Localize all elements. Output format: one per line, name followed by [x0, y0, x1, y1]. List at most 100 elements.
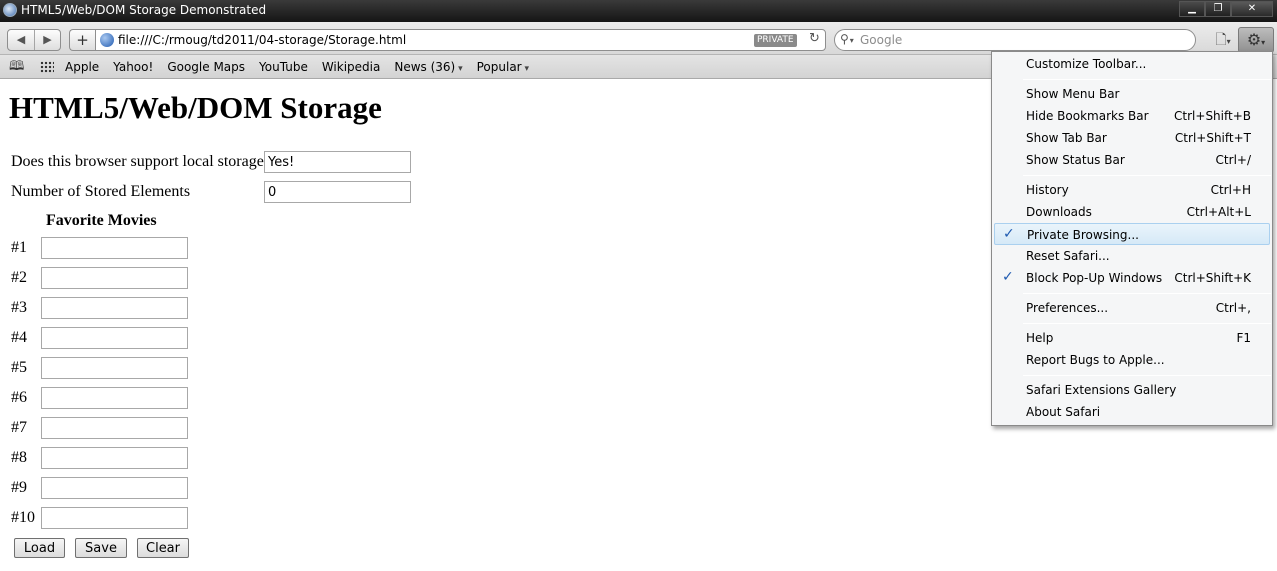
- movie-input[interactable]: [41, 507, 188, 529]
- back-icon[interactable]: ◀: [8, 30, 34, 50]
- menu-item-label: Safari Extensions Gallery: [1026, 383, 1177, 397]
- menu-item-label: Show Tab Bar: [1026, 131, 1107, 145]
- menu-item-shortcut: F1: [1236, 331, 1251, 345]
- menu-item-customize-toolbar[interactable]: Customize Toolbar...: [994, 53, 1270, 75]
- menu-item-show-status-bar[interactable]: Show Status Bar Ctrl+/: [994, 149, 1270, 171]
- bookmark-google-maps[interactable]: Google Maps: [167, 60, 245, 74]
- menu-separator: [1023, 293, 1271, 294]
- movie-label: #2: [11, 269, 27, 286]
- menu-item-help[interactable]: Help F1: [994, 327, 1270, 349]
- menu-item-history[interactable]: History Ctrl+H: [994, 179, 1270, 201]
- movie-label: #10: [11, 509, 35, 526]
- menu-item-label: About Safari: [1026, 405, 1101, 419]
- menu-item-label: History: [1026, 183, 1069, 197]
- count-field[interactable]: [264, 181, 411, 203]
- movie-input[interactable]: [41, 477, 188, 499]
- support-label: Does this browser support local storage?: [11, 153, 271, 170]
- movie-label: #6: [11, 389, 27, 406]
- forward-icon[interactable]: ▶: [34, 30, 60, 50]
- movie-label: #7: [11, 419, 27, 436]
- top-sites-grid-icon[interactable]: [40, 60, 54, 73]
- movie-input[interactable]: [41, 387, 188, 409]
- gear-icon[interactable]: ⚙: [1238, 27, 1274, 53]
- movie-label: #8: [11, 449, 27, 466]
- minimize-button[interactable]: ▁: [1179, 1, 1205, 17]
- window-controls: ▁ ❐ ✕: [1179, 1, 1273, 17]
- menu-separator: [1023, 323, 1271, 324]
- bookmark-wikipedia[interactable]: Wikipedia: [322, 60, 381, 74]
- support-field[interactable]: [264, 151, 411, 173]
- back-forward-group: ◀ ▶: [7, 29, 61, 51]
- bookmark-yahoo[interactable]: Yahoo!: [113, 60, 153, 74]
- clear-button[interactable]: Clear: [137, 538, 189, 558]
- checkmark-icon: ✓: [1003, 226, 1015, 242]
- search-input[interactable]: [860, 32, 1180, 48]
- close-button[interactable]: ✕: [1231, 1, 1273, 17]
- add-bookmark-button[interactable]: +: [69, 29, 95, 51]
- menu-separator: [1023, 79, 1271, 80]
- movie-label: #9: [11, 479, 27, 496]
- menu-item-show-tab-bar[interactable]: Show Tab Bar Ctrl+Shift+T: [994, 127, 1270, 149]
- menu-item-extensions-gallery[interactable]: Safari Extensions Gallery: [994, 379, 1270, 401]
- movie-input[interactable]: [41, 447, 188, 469]
- address-bar[interactable]: file:///C:/rmoug/td2011/04-storage/Stora…: [95, 29, 826, 51]
- menu-item-label: Preferences...: [1026, 301, 1109, 315]
- movies-heading: Favorite Movies: [46, 212, 157, 229]
- movie-input[interactable]: [41, 297, 188, 319]
- movie-input[interactable]: [41, 417, 188, 439]
- bookmark-popular[interactable]: Popular: [477, 60, 529, 74]
- movie-input[interactable]: [41, 267, 188, 289]
- menu-item-block-popups[interactable]: ✓ Block Pop-Up Windows Ctrl+Shift+K: [994, 267, 1270, 289]
- load-button[interactable]: Load: [14, 538, 65, 558]
- maximize-button[interactable]: ❐: [1205, 1, 1231, 17]
- title-bar: HTML5/Web/DOM Storage Demonstrated ▁ ❐ ✕: [0, 0, 1277, 22]
- menu-item-label: Show Status Bar: [1026, 153, 1125, 167]
- menu-item-report-bugs[interactable]: Report Bugs to Apple...: [994, 349, 1270, 371]
- bookmark-youtube[interactable]: YouTube: [259, 60, 308, 74]
- reload-icon[interactable]: ↻: [809, 31, 820, 46]
- menu-item-shortcut: Ctrl+Shift+K: [1174, 271, 1251, 285]
- menu-item-shortcut: Ctrl+,: [1215, 301, 1251, 315]
- menu-item-show-menu-bar[interactable]: Show Menu Bar: [994, 83, 1270, 105]
- movie-input[interactable]: [41, 237, 188, 259]
- page-icon[interactable]: 🗋: [1208, 29, 1238, 51]
- address-url[interactable]: file:///C:/rmoug/td2011/04-storage/Stora…: [118, 33, 406, 47]
- page-heading: HTML5/Web/DOM Storage: [9, 90, 382, 125]
- globe-icon: [100, 33, 114, 47]
- menu-item-hide-bookmarks-bar[interactable]: Hide Bookmarks Bar Ctrl+Shift+B: [994, 105, 1270, 127]
- search-icon[interactable]: ⚲: [840, 32, 854, 46]
- menu-item-label: Downloads: [1026, 205, 1092, 219]
- menu-item-about-safari[interactable]: About Safari: [994, 401, 1270, 423]
- checkmark-icon: ✓: [1002, 269, 1014, 285]
- movie-label: #5: [11, 359, 27, 376]
- menu-item-shortcut: Ctrl+Shift+T: [1174, 131, 1251, 145]
- count-label: Number of Stored Elements: [11, 183, 191, 200]
- menu-item-reset-safari[interactable]: Reset Safari...: [994, 245, 1270, 267]
- private-badge[interactable]: PRIVATE: [754, 34, 797, 47]
- menu-separator: [1023, 175, 1271, 176]
- menu-item-label: Hide Bookmarks Bar: [1026, 109, 1149, 123]
- bookmark-apple[interactable]: Apple: [65, 60, 99, 74]
- search-field[interactable]: ⚲: [834, 29, 1196, 51]
- menu-item-label: Show Menu Bar: [1026, 87, 1120, 101]
- menu-item-downloads[interactable]: Downloads Ctrl+Alt+L: [994, 201, 1270, 223]
- menu-item-label: Private Browsing...: [1027, 228, 1139, 242]
- menu-item-shortcut: Ctrl+Alt+L: [1186, 205, 1251, 219]
- safari-app-icon: [3, 3, 17, 17]
- menu-item-label: Help: [1026, 331, 1054, 345]
- settings-menu: Customize Toolbar... Show Menu Bar Hide …: [991, 51, 1273, 426]
- menu-item-preferences[interactable]: Preferences... Ctrl+,: [994, 297, 1270, 319]
- movie-label: #3: [11, 299, 27, 316]
- menu-item-label: Report Bugs to Apple...: [1026, 353, 1165, 367]
- bookmark-news[interactable]: News (36): [394, 60, 462, 74]
- menu-item-private-browsing[interactable]: ✓ Private Browsing...: [994, 223, 1270, 245]
- window-title: HTML5/Web/DOM Storage Demonstrated: [21, 3, 267, 17]
- save-button[interactable]: Save: [75, 538, 127, 558]
- movie-input[interactable]: [41, 357, 188, 379]
- menu-item-shortcut: Ctrl+/: [1215, 153, 1251, 167]
- menu-item-label: Block Pop-Up Windows: [1026, 271, 1163, 285]
- movie-label: #4: [11, 329, 27, 346]
- book-icon[interactable]: 🕮: [9, 59, 27, 74]
- movie-input[interactable]: [41, 327, 188, 349]
- menu-item-shortcut: Ctrl+H: [1210, 183, 1251, 197]
